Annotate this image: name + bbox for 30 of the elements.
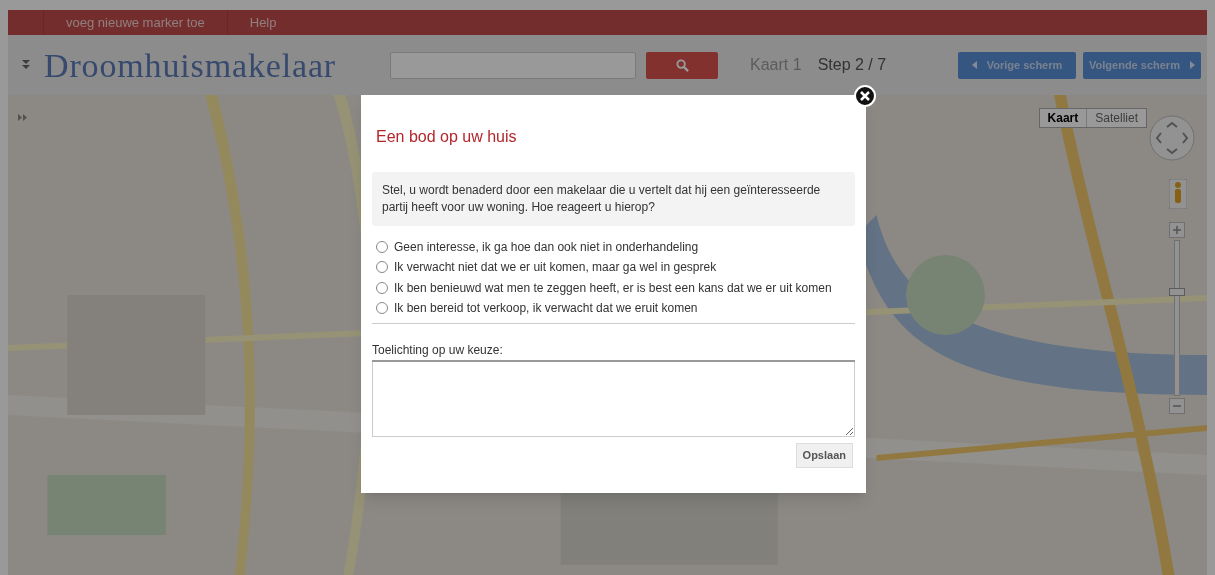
answer-option[interactable]: Ik verwacht niet dat we er uit komen, maar ga wel in gesprek [376, 258, 855, 276]
radio-button[interactable] [376, 261, 388, 274]
close-icon[interactable] [854, 85, 876, 107]
radio-button[interactable] [376, 302, 388, 315]
answer-option[interactable]: Ik ben bereid tot verkoop, ik verwacht dat we eruit komen [376, 299, 855, 317]
map-type-button[interactable]: Kaart [1039, 109, 1087, 127]
left-arrow-icon [971, 61, 977, 69]
map-type-button[interactable]: Satelliet [1086, 109, 1146, 127]
answer-option[interactable]: Geen interesse, ik ga hoe dan ook niet in onderhandeling [376, 238, 855, 256]
search-button[interactable] [646, 51, 719, 79]
comment-label: Toelichting op uw keuze: [372, 341, 855, 362]
zoom-out-icon[interactable] [1169, 398, 1185, 414]
zoom-slider[interactable] [1169, 238, 1185, 398]
save-button[interactable]: Opslaan [795, 443, 853, 468]
search-field[interactable] [390, 51, 637, 79]
collapse-icon[interactable] [22, 60, 30, 70]
pan-control-icon[interactable] [1149, 115, 1195, 161]
zoom-slider-thumb[interactable] [1169, 288, 1185, 297]
question-text: Stel, u wordt benaderd door een makelaar die u vertelt dat hij een geïnteresseerde partij heeft voor uw woning. Hoe reageert u hierop? [372, 172, 855, 226]
search-icon [675, 58, 689, 72]
answer-option[interactable]: Ik ben benieuwd wat men te zeggen heeft, er is best een kans dat we er uit komen [376, 279, 855, 297]
comment-field[interactable] [372, 362, 855, 437]
zoom-in-icon[interactable] [1169, 222, 1185, 238]
step-indicator: Step 2 / 7 [817, 55, 887, 75]
expand-panel-icon[interactable] [18, 114, 28, 121]
logo: Droomhuismakelaar [44, 45, 337, 86]
right-arrow-icon [1189, 61, 1195, 69]
radio-button[interactable] [376, 240, 388, 253]
dialog-title: Een bod op uw huis [376, 127, 518, 147]
radio-button[interactable] [376, 281, 388, 294]
